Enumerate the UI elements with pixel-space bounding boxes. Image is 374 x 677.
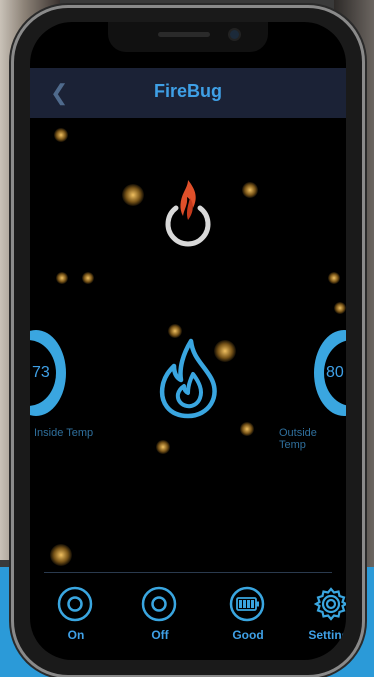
tab-off[interactable]: Off <box>128 584 192 644</box>
battery-icon <box>229 586 265 622</box>
tab-label: Settings <box>308 628 346 642</box>
ember-dot <box>50 544 72 566</box>
tab-battery[interactable]: Good <box>216 584 280 644</box>
ember-dot <box>156 440 170 454</box>
outside-temp-value: 80 <box>326 364 344 381</box>
phone-screen: ❮ FireBug 73 Inside Temp 80 Outside Temp… <box>30 22 346 660</box>
inside-temp-value: 73 <box>32 364 50 381</box>
tab-label: Good <box>232 628 264 642</box>
power-flame-icon[interactable] <box>162 178 214 248</box>
gear-icon <box>313 586 346 622</box>
phone-notch <box>108 22 268 52</box>
tab-settings[interactable]: Settings <box>300 584 346 644</box>
tab-on[interactable]: On <box>44 584 108 644</box>
tab-bar-divider <box>44 572 332 573</box>
flame-icon[interactable] <box>155 338 221 420</box>
tab-label: On <box>67 628 85 642</box>
outside-temp-label: Outside Temp <box>279 427 317 451</box>
app-title: FireBug <box>153 81 222 101</box>
ember-dot <box>82 272 94 284</box>
ember-dot <box>168 324 182 338</box>
camera-icon <box>230 30 239 39</box>
inside-temp-gauge: 73 <box>30 330 66 416</box>
ember-dot <box>334 302 346 314</box>
app-header: ❮ FireBug <box>30 68 346 118</box>
ember-dot <box>56 272 68 284</box>
ember-dot <box>240 422 254 436</box>
radio-circle-icon <box>141 586 177 622</box>
tab-label: Off <box>151 628 169 642</box>
inside-temp-label: Inside Temp <box>34 427 94 439</box>
phone-frame: ❮ FireBug 73 Inside Temp 80 Outside Temp… <box>14 8 362 675</box>
ember-dot <box>54 128 68 142</box>
speaker-grille <box>158 32 210 37</box>
ember-dot <box>242 182 258 198</box>
radio-circle-icon <box>57 586 93 622</box>
ember-dot <box>122 184 144 206</box>
ember-dot <box>328 272 340 284</box>
outside-temp-gauge: 80 <box>314 330 346 416</box>
